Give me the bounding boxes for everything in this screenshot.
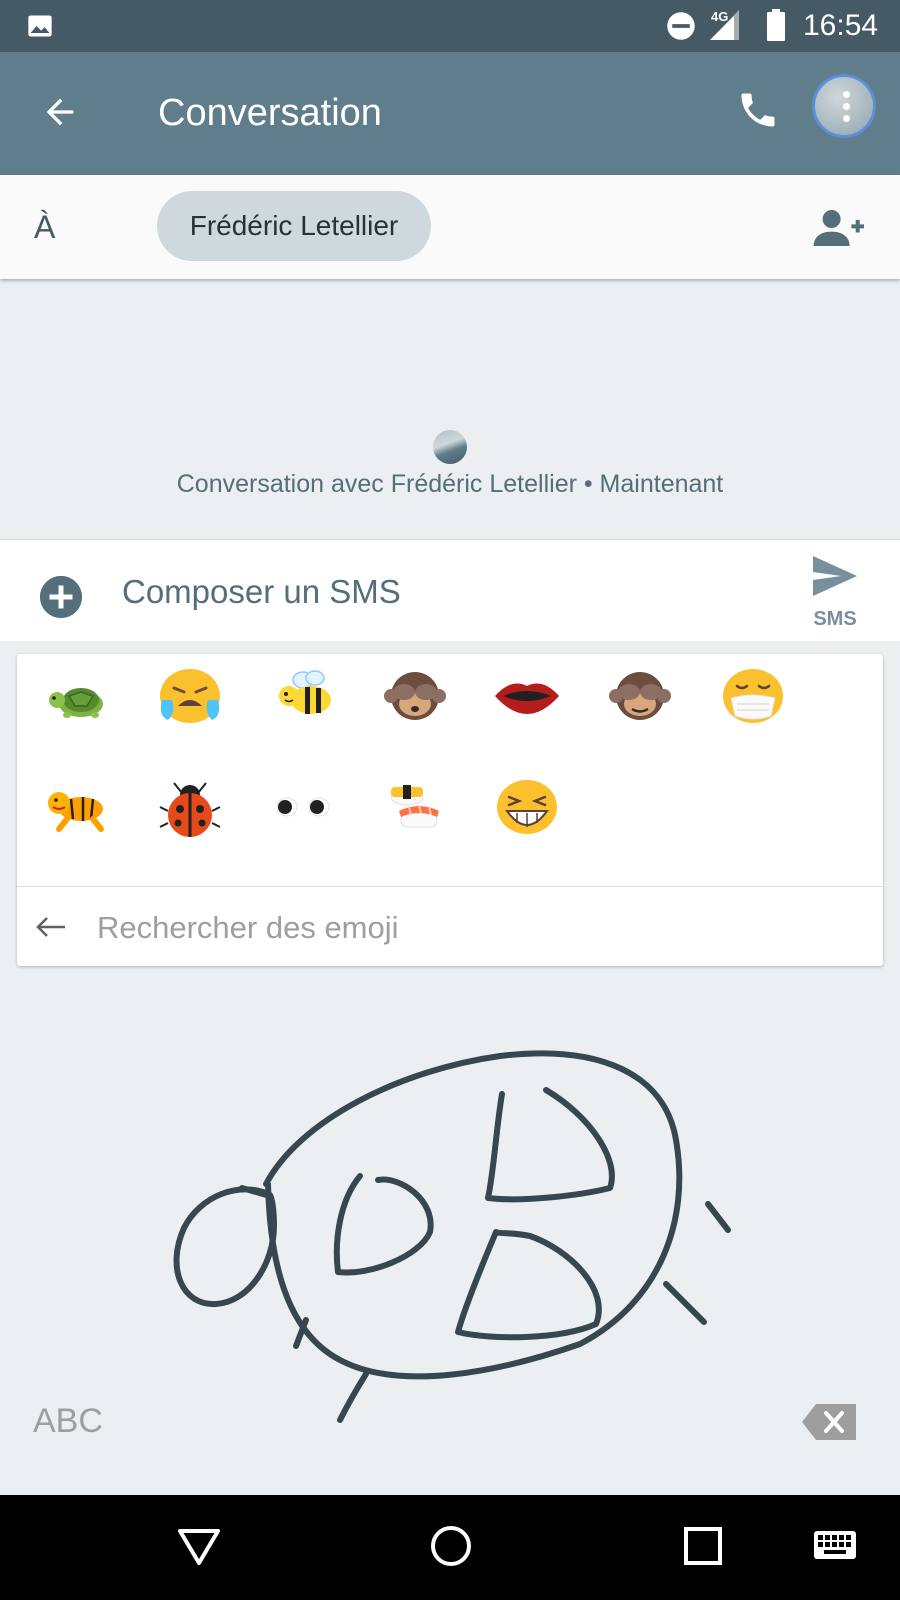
emoji-search-input[interactable]: Rechercher des emoji xyxy=(97,910,399,946)
turtle-emoji[interactable] xyxy=(37,656,117,736)
backspace-icon[interactable] xyxy=(800,1402,858,1442)
network-label: 4G xyxy=(711,9,729,24)
compose-input[interactable]: Composer un SMS xyxy=(122,573,401,611)
lady-beetle-emoji[interactable] xyxy=(150,767,230,847)
phone-icon[interactable] xyxy=(736,88,780,132)
keyboard-icon[interactable] xyxy=(812,1523,858,1569)
face-with-medical-mask-emoji[interactable] xyxy=(713,656,793,736)
send-label: SMS xyxy=(813,608,857,630)
see-no-evil-monkey-2-emoji[interactable] xyxy=(600,656,680,736)
bee-emoji[interactable] xyxy=(263,656,343,736)
compose-bar: Composer un SMS SMS xyxy=(0,539,900,641)
tiger-emoji[interactable] xyxy=(37,767,117,847)
handwriting-canvas[interactable] xyxy=(0,980,900,1430)
see-no-evil-monkey-emoji[interactable] xyxy=(375,656,455,736)
eyes-emoji[interactable] xyxy=(263,767,343,847)
back-triangle-icon[interactable] xyxy=(176,1523,222,1569)
send-button[interactable]: SMS xyxy=(800,554,870,634)
sushi-emoji[interactable] xyxy=(375,767,455,847)
abc-keyboard-button[interactable]: ABC xyxy=(33,1402,103,1441)
clock: 16:54 xyxy=(803,9,879,42)
page-title: Conversation xyxy=(158,92,382,134)
dnd-icon xyxy=(667,12,695,40)
overflow-dot xyxy=(843,91,850,98)
navigation-bar xyxy=(0,1495,900,1600)
mouth-emoji[interactable] xyxy=(487,656,567,736)
emoji-panel: Rechercher des emoji xyxy=(17,654,883,966)
recents-square-icon[interactable] xyxy=(680,1523,726,1569)
overflow-dot xyxy=(843,103,850,110)
image-icon xyxy=(28,15,52,37)
emoji-search-bar: Rechercher des emoji xyxy=(17,886,883,967)
add-circle-icon[interactable] xyxy=(38,574,84,620)
recipient-bar: À Frédéric Letellier xyxy=(0,175,900,279)
home-circle-icon[interactable] xyxy=(428,1523,474,1569)
contact-avatar xyxy=(433,430,467,464)
overflow-dot xyxy=(843,115,850,122)
recipient-chip[interactable]: Frédéric Letellier xyxy=(157,191,431,261)
grinning-squinting-face-emoji[interactable] xyxy=(487,767,567,847)
app-bar: Conversation xyxy=(0,52,900,175)
battery-icon xyxy=(767,9,785,41)
back-arrow-icon[interactable] xyxy=(35,915,67,939)
add-person-icon[interactable] xyxy=(810,208,864,248)
conversation-info-text: Conversation avec Frédéric Letellier • M… xyxy=(176,470,724,498)
loudly-crying-face-emoji[interactable] xyxy=(150,656,230,736)
to-label: À xyxy=(34,209,56,245)
status-bar: 4G 16:54 xyxy=(0,0,900,52)
avatar[interactable] xyxy=(812,74,876,138)
send-icon xyxy=(813,556,857,596)
back-arrow-icon[interactable] xyxy=(40,92,80,132)
